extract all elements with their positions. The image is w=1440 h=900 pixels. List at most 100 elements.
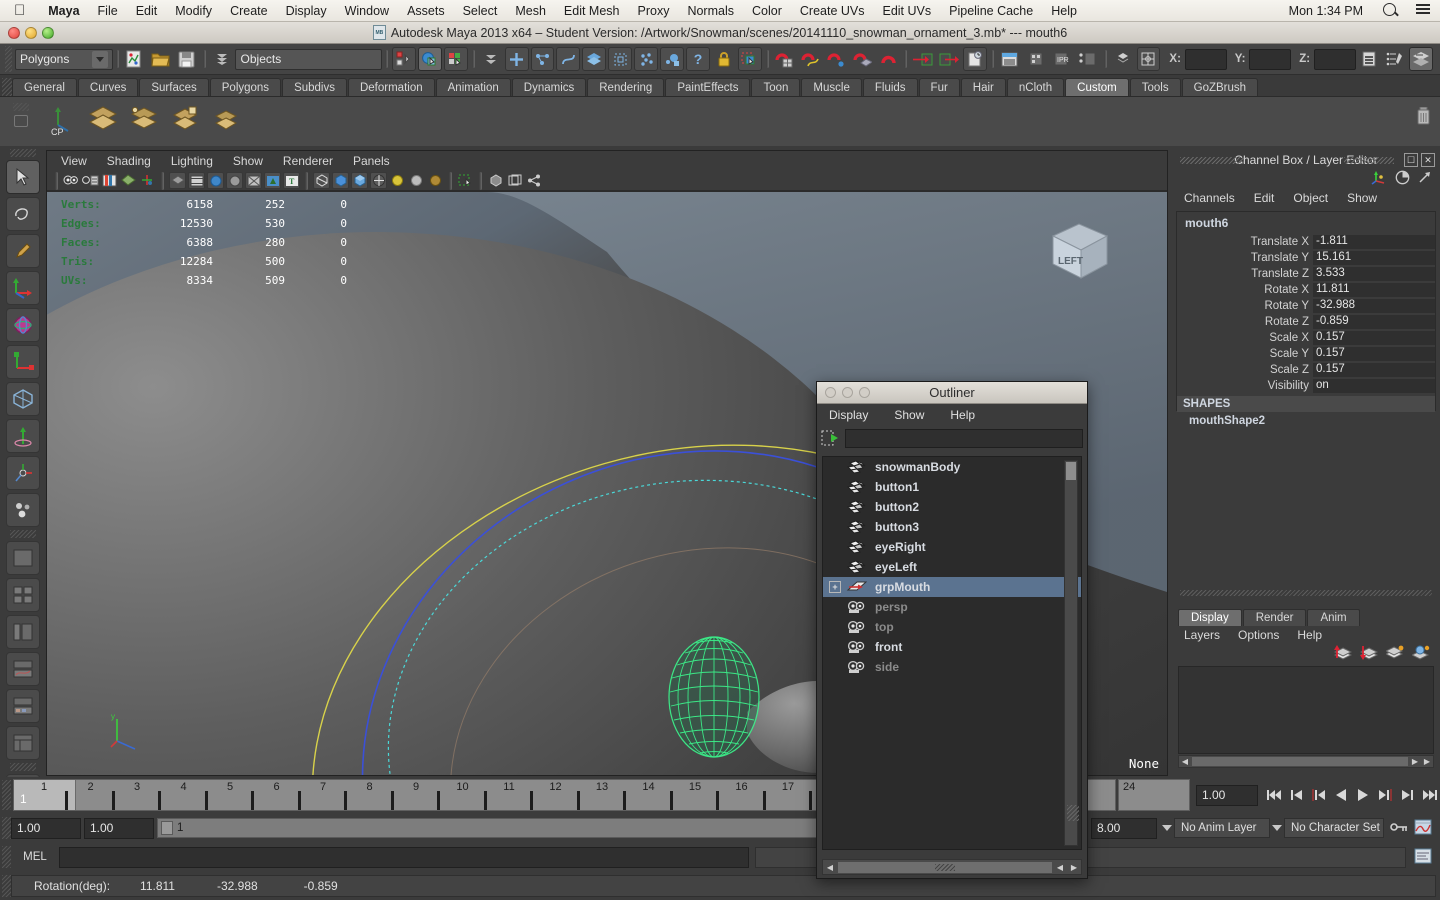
play-forwards-icon[interactable] <box>1352 784 1374 806</box>
input-output-connections-icon[interactable] <box>1111 47 1135 71</box>
outliner-menu-display[interactable]: Display <box>829 408 868 422</box>
viewport-sep-1[interactable] <box>52 170 61 192</box>
persp-multilister-layout[interactable] <box>6 726 40 760</box>
outliner-search-input[interactable] <box>845 428 1083 448</box>
layer-list-hscrollbar[interactable]: ◀ ▶ ▶ <box>1178 755 1434 768</box>
outliner-list[interactable]: snowmanBody button1 button2 button3 eyeR <box>822 456 1082 850</box>
shelf-tab-dynamics[interactable]: Dynamics <box>511 78 587 96</box>
outliner-item-snowmanbody[interactable]: snowmanBody <box>823 457 1081 477</box>
os-menu-edit[interactable]: Edit <box>127 4 167 18</box>
xray-joints-icon[interactable] <box>264 172 281 189</box>
persp-graph-layout[interactable] <box>6 652 40 686</box>
help-question-icon[interactable]: ? <box>686 47 710 71</box>
outliner-vscrollbar[interactable] <box>1064 460 1078 846</box>
shelf-item-3[interactable] <box>126 101 162 137</box>
coordinate-center-icon[interactable] <box>1136 47 1161 71</box>
shelf-tab-painteffects[interactable]: PaintEffects <box>665 78 751 96</box>
current-time-field[interactable]: 1.00 <box>1196 784 1258 806</box>
scale-tool[interactable] <box>6 345 40 379</box>
outliner-persp-layout[interactable] <box>6 615 40 649</box>
animation-preferences-icon[interactable] <box>1414 819 1432 838</box>
shelf-tab-ncloth[interactable]: nCloth <box>1006 78 1065 96</box>
save-scene-icon[interactable] <box>175 47 199 71</box>
os-menu-color[interactable]: Color <box>743 4 791 18</box>
shelf-tab-fluids[interactable]: Fluids <box>862 78 918 96</box>
maximize-button[interactable] <box>42 27 54 39</box>
lasso-select-tool[interactable] <box>6 197 40 231</box>
paint-select-tool[interactable] <box>6 234 40 268</box>
rotate-tool[interactable] <box>6 308 40 342</box>
shelf-item-cp[interactable]: CP <box>44 101 80 137</box>
list-icon[interactable] <box>1406 2 1440 19</box>
os-menu-create-uvs[interactable]: Create UVs <box>791 4 874 18</box>
shelf-tab-animation[interactable]: Animation <box>435 78 511 96</box>
outliner-menu-show[interactable]: Show <box>894 408 924 422</box>
texture-icon[interactable] <box>389 172 406 189</box>
four-view-layout[interactable] <box>6 578 40 612</box>
channel-box-resize-grip[interactable] <box>1180 590 1432 596</box>
channel-row-rotate-y[interactable]: Rotate Y -32.988 <box>1177 298 1435 314</box>
history-icon[interactable] <box>963 47 988 71</box>
channel-row-rotate-z[interactable]: Rotate Z -0.859 <box>1177 314 1435 330</box>
expand-toggle-icon[interactable]: + <box>829 581 841 593</box>
os-menu-display[interactable]: Display <box>277 4 336 18</box>
shelf-tab-gozbrush[interactable]: GoZBrush <box>1181 78 1259 96</box>
image-plane-icon[interactable] <box>120 172 137 189</box>
wireframe-on-shaded-icon[interactable] <box>370 172 387 189</box>
channel-value[interactable]: -32.988 <box>1313 298 1435 314</box>
channel-row-rotate-x[interactable]: Rotate X 11.811 <box>1177 282 1435 298</box>
outliner-item-top[interactable]: top <box>823 617 1081 637</box>
viewport-sep-2[interactable] <box>158 170 167 192</box>
os-menu-normals[interactable]: Normals <box>678 4 743 18</box>
toolbar-separator-3[interactable] <box>382 48 391 70</box>
scroll-right-arrow-icon[interactable]: ▶ <box>1409 757 1421 766</box>
step-back-frame-icon[interactable] <box>1308 784 1330 806</box>
range-end-field[interactable]: 8.00 <box>1091 817 1157 839</box>
attribute-editor-toggle-icon[interactable] <box>1383 47 1407 71</box>
os-menu-proxy[interactable]: Proxy <box>629 4 679 18</box>
shelf-tab-muscle[interactable]: Muscle <box>801 78 862 96</box>
command-language-label[interactable]: MEL <box>11 851 59 863</box>
outliner-item-eyeright[interactable]: eyeRight <box>823 537 1081 557</box>
outliner-minimize-button[interactable] <box>842 387 853 398</box>
layer-menu-help[interactable]: Help <box>1297 628 1322 642</box>
auto-keyframe-icon[interactable] <box>1390 821 1408 836</box>
channel-box-shape-name[interactable]: mouthShape2 <box>1177 412 1435 427</box>
viewport-menu-view[interactable]: View <box>61 154 87 168</box>
toolbox-grip-3[interactable] <box>10 763 36 771</box>
select-misc-icon[interactable] <box>660 47 685 71</box>
viewport-sep-5[interactable] <box>476 170 485 192</box>
layer-list[interactable] <box>1178 666 1434 754</box>
bookmarks-icon[interactable] <box>101 172 118 189</box>
selection-mask-menu-icon[interactable] <box>210 47 234 71</box>
outliner-item-button1[interactable]: button1 <box>823 477 1081 497</box>
layer-menu-options[interactable]: Options <box>1238 628 1279 642</box>
shelf-tab-rendering[interactable]: Rendering <box>587 78 665 96</box>
chevron-down-icon-character-set[interactable] <box>1270 825 1284 831</box>
step-forward-frame-icon[interactable] <box>1374 784 1396 806</box>
new-layer-above-icon[interactable] <box>1333 645 1353 663</box>
os-menu-edit-uvs[interactable]: Edit UVs <box>873 4 940 18</box>
range-slider-grip[interactable] <box>2 817 11 839</box>
scroll-left-arrow-icon[interactable]: ◀ <box>1179 757 1191 766</box>
toolbar-separator-5[interactable] <box>763 48 772 70</box>
time-slider-grip[interactable] <box>2 780 11 810</box>
window-controls[interactable] <box>8 27 54 39</box>
chevron-down-icon-anim-layer[interactable] <box>1160 825 1174 831</box>
os-menu-pipeline-cache[interactable]: Pipeline Cache <box>940 4 1042 18</box>
lock-icon[interactable] <box>712 47 736 71</box>
grid-toggle-icon[interactable] <box>169 172 186 189</box>
chevron-down-icon[interactable] <box>91 50 108 68</box>
select-curve-icon[interactable] <box>556 47 581 71</box>
outliner-filter-icon[interactable] <box>821 429 841 447</box>
outliner-item-persp[interactable]: persp <box>823 597 1081 617</box>
outliner-close-button[interactable] <box>825 387 836 398</box>
os-menu-modify[interactable]: Modify <box>166 4 221 18</box>
channel-value[interactable]: 0.157 <box>1313 330 1435 346</box>
viewport-menu-lighting[interactable]: Lighting <box>171 154 213 168</box>
playback-start-field[interactable]: 1.00 <box>84 817 154 839</box>
resolution-gate-icon[interactable] <box>207 172 224 189</box>
shelf-item-4[interactable] <box>167 101 203 137</box>
panel-drag-dots-right[interactable] <box>1344 157 1394 164</box>
play-backwards-icon[interactable] <box>1330 784 1352 806</box>
